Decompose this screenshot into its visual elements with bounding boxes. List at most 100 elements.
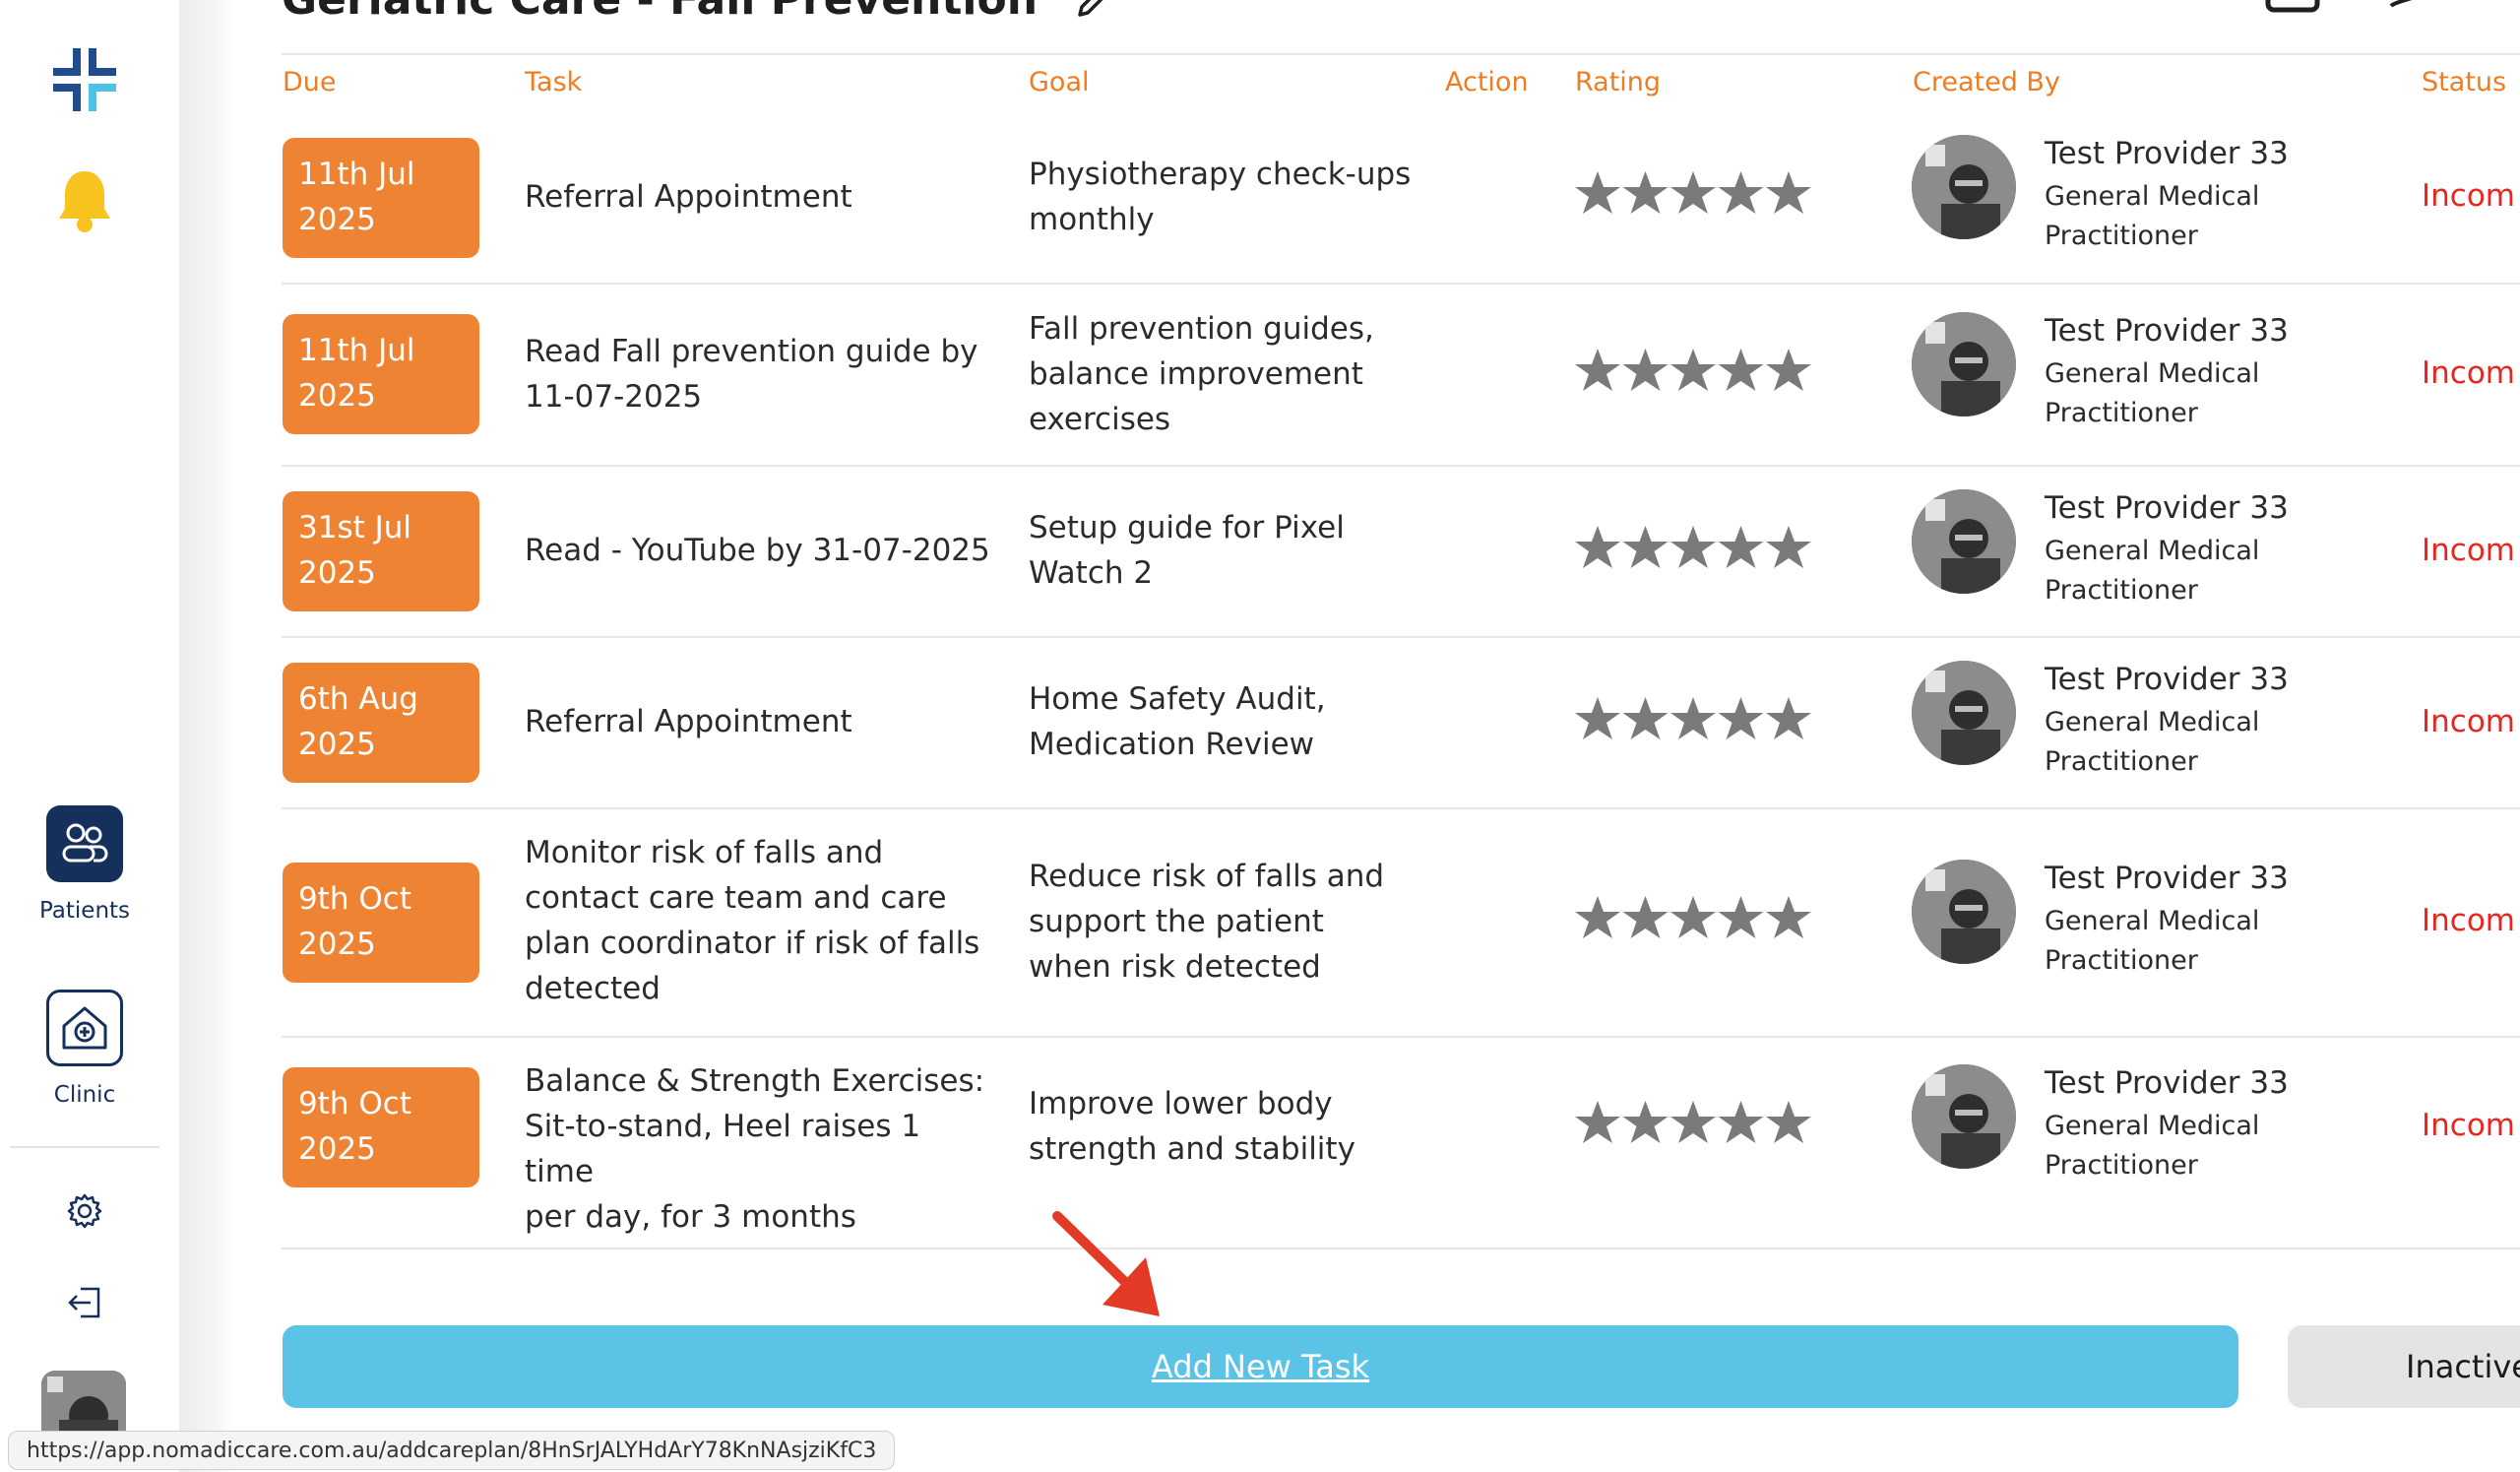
chat-icon[interactable] — [2377, 0, 2436, 14]
goal-line: Fall prevention guides, — [1029, 311, 1374, 347]
star-rating[interactable] — [1573, 1099, 1815, 1148]
status-text[interactable]: Incom — [2422, 903, 2515, 938]
star-icon[interactable] — [1718, 349, 1764, 391]
star-icon[interactable] — [1766, 349, 1811, 391]
star-rating[interactable] — [1573, 347, 1815, 396]
pencil-icon[interactable] — [1074, 0, 1111, 21]
star-icon[interactable] — [1575, 349, 1620, 391]
star-icon[interactable] — [1718, 697, 1764, 739]
red-arrow-annotation — [1052, 1211, 1160, 1316]
due-date-line: 9th Oct — [298, 1086, 411, 1121]
creator-avatar — [1912, 489, 2016, 594]
star-icon[interactable] — [1622, 697, 1669, 739]
goal-line: when risk detected — [1029, 949, 1321, 985]
star-icon[interactable] — [1575, 526, 1620, 568]
clinic-button[interactable] — [46, 990, 123, 1066]
creator-avatar — [1912, 135, 2016, 239]
status-text[interactable]: Incom — [2422, 178, 2515, 214]
creator-name: Test Provider 33 — [2045, 662, 2289, 697]
star-icon[interactable] — [1670, 171, 1716, 214]
star-icon[interactable] — [1670, 526, 1716, 568]
due-date-badge: 31st Jul 2025 — [283, 491, 479, 611]
goal-line: Reduce risk of falls and — [1029, 859, 1385, 894]
task-line: per day, for 3 months — [525, 1199, 856, 1235]
star-icon[interactable] — [1718, 896, 1764, 938]
star-rating[interactable] — [1573, 894, 1815, 943]
task-line: Balance & Strength Exercises: — [525, 1063, 985, 1099]
star-rating[interactable] — [1573, 169, 1815, 219]
star-icon[interactable] — [1718, 171, 1764, 214]
star-icon[interactable] — [1575, 697, 1620, 739]
gear-icon[interactable] — [65, 1191, 104, 1231]
due-date-line: 11th Jul — [298, 333, 415, 368]
nav-clinic[interactable]: Clinic — [0, 990, 169, 1108]
patients-button[interactable] — [46, 805, 123, 882]
header-status[interactable]: Status — [2422, 67, 2506, 97]
creator-role: General Medical Practitioner — [2045, 1107, 2259, 1185]
star-icon[interactable] — [1670, 1101, 1716, 1143]
nav-clinic-label[interactable]: Clinic — [0, 1082, 169, 1108]
nav-patients-label[interactable]: Patients — [0, 898, 169, 924]
star-icon[interactable] — [1766, 1101, 1811, 1143]
due-date-line: 2025 — [298, 378, 376, 414]
star-icon[interactable] — [1766, 526, 1811, 568]
due-date-line: 2025 — [298, 555, 376, 591]
status-text[interactable]: Incom — [2422, 533, 2515, 568]
star-icon[interactable] — [1670, 349, 1716, 391]
header-task[interactable]: Task — [525, 67, 582, 97]
creator-avatar — [1912, 860, 2016, 964]
avatar-photo-icon — [1912, 312, 2016, 416]
header-action[interactable]: Action — [1445, 67, 1529, 97]
star-icon[interactable] — [1622, 349, 1669, 391]
creator-name: Test Provider 33 — [2045, 490, 2289, 526]
creator-role: General Medical Practitioner — [2045, 703, 2259, 782]
nav-patients[interactable]: Patients — [0, 805, 169, 924]
star-icon[interactable] — [1622, 171, 1669, 214]
star-icon[interactable] — [1766, 896, 1811, 938]
star-icon[interactable] — [1766, 171, 1811, 214]
status-text[interactable]: Incom — [2422, 704, 2515, 739]
avatar-photo-icon — [1912, 1064, 2016, 1169]
creator-role-line: Practitioner — [2045, 1150, 2198, 1181]
star-icon[interactable] — [1670, 697, 1716, 739]
star-icon[interactable] — [1718, 1101, 1764, 1143]
task-line: Monitor risk of falls and — [525, 835, 884, 870]
star-icon[interactable] — [1575, 1101, 1620, 1143]
header-created-by[interactable]: Created By — [1913, 67, 2060, 97]
due-date-badge: 6th Aug 2025 — [283, 663, 479, 783]
page-title: Geriatric Care - Fall Prevention — [282, 0, 1111, 25]
header-due[interactable]: Due — [283, 67, 337, 97]
star-icon[interactable] — [1622, 896, 1669, 938]
creator-role-line: Practitioner — [2045, 575, 2198, 606]
header-rating[interactable]: Rating — [1575, 67, 1661, 97]
star-icon[interactable] — [1670, 896, 1716, 938]
goal-line: Watch 2 — [1029, 555, 1154, 591]
task-text: Read - YouTube by 31-07-2025 — [525, 528, 997, 573]
task-line: Referral Appointment — [525, 704, 852, 739]
print-icon[interactable] — [2264, 0, 2323, 14]
logout-icon[interactable] — [65, 1283, 104, 1322]
bell-icon[interactable] — [55, 167, 114, 234]
star-icon[interactable] — [1766, 697, 1811, 739]
goal-text: Home Safety Audit, Medication Review — [1029, 676, 1442, 767]
row-divider — [282, 283, 2520, 285]
app-logo-icon[interactable] — [49, 44, 120, 115]
row-divider — [282, 1248, 2520, 1249]
users-icon — [62, 823, 108, 863]
goal-line: monthly — [1029, 202, 1155, 237]
star-icon[interactable] — [1622, 526, 1669, 568]
user-avatar[interactable] — [41, 1371, 126, 1440]
star-rating[interactable] — [1573, 524, 1815, 573]
star-icon[interactable] — [1622, 1101, 1669, 1143]
star-rating[interactable] — [1573, 695, 1815, 744]
add-new-task-button[interactable]: Add New Task — [283, 1325, 2238, 1408]
status-text[interactable]: Incom — [2422, 355, 2515, 391]
inactive-button[interactable]: Inactive — [2288, 1325, 2520, 1408]
status-text[interactable]: Incom — [2422, 1108, 2515, 1143]
star-icon[interactable] — [1575, 896, 1620, 938]
creator-role-line: General Medical — [2045, 906, 2260, 936]
star-icon[interactable] — [1718, 526, 1764, 568]
star-icon[interactable] — [1575, 171, 1620, 214]
avatar-photo-icon — [1912, 661, 2016, 765]
header-goal[interactable]: Goal — [1029, 67, 1090, 97]
